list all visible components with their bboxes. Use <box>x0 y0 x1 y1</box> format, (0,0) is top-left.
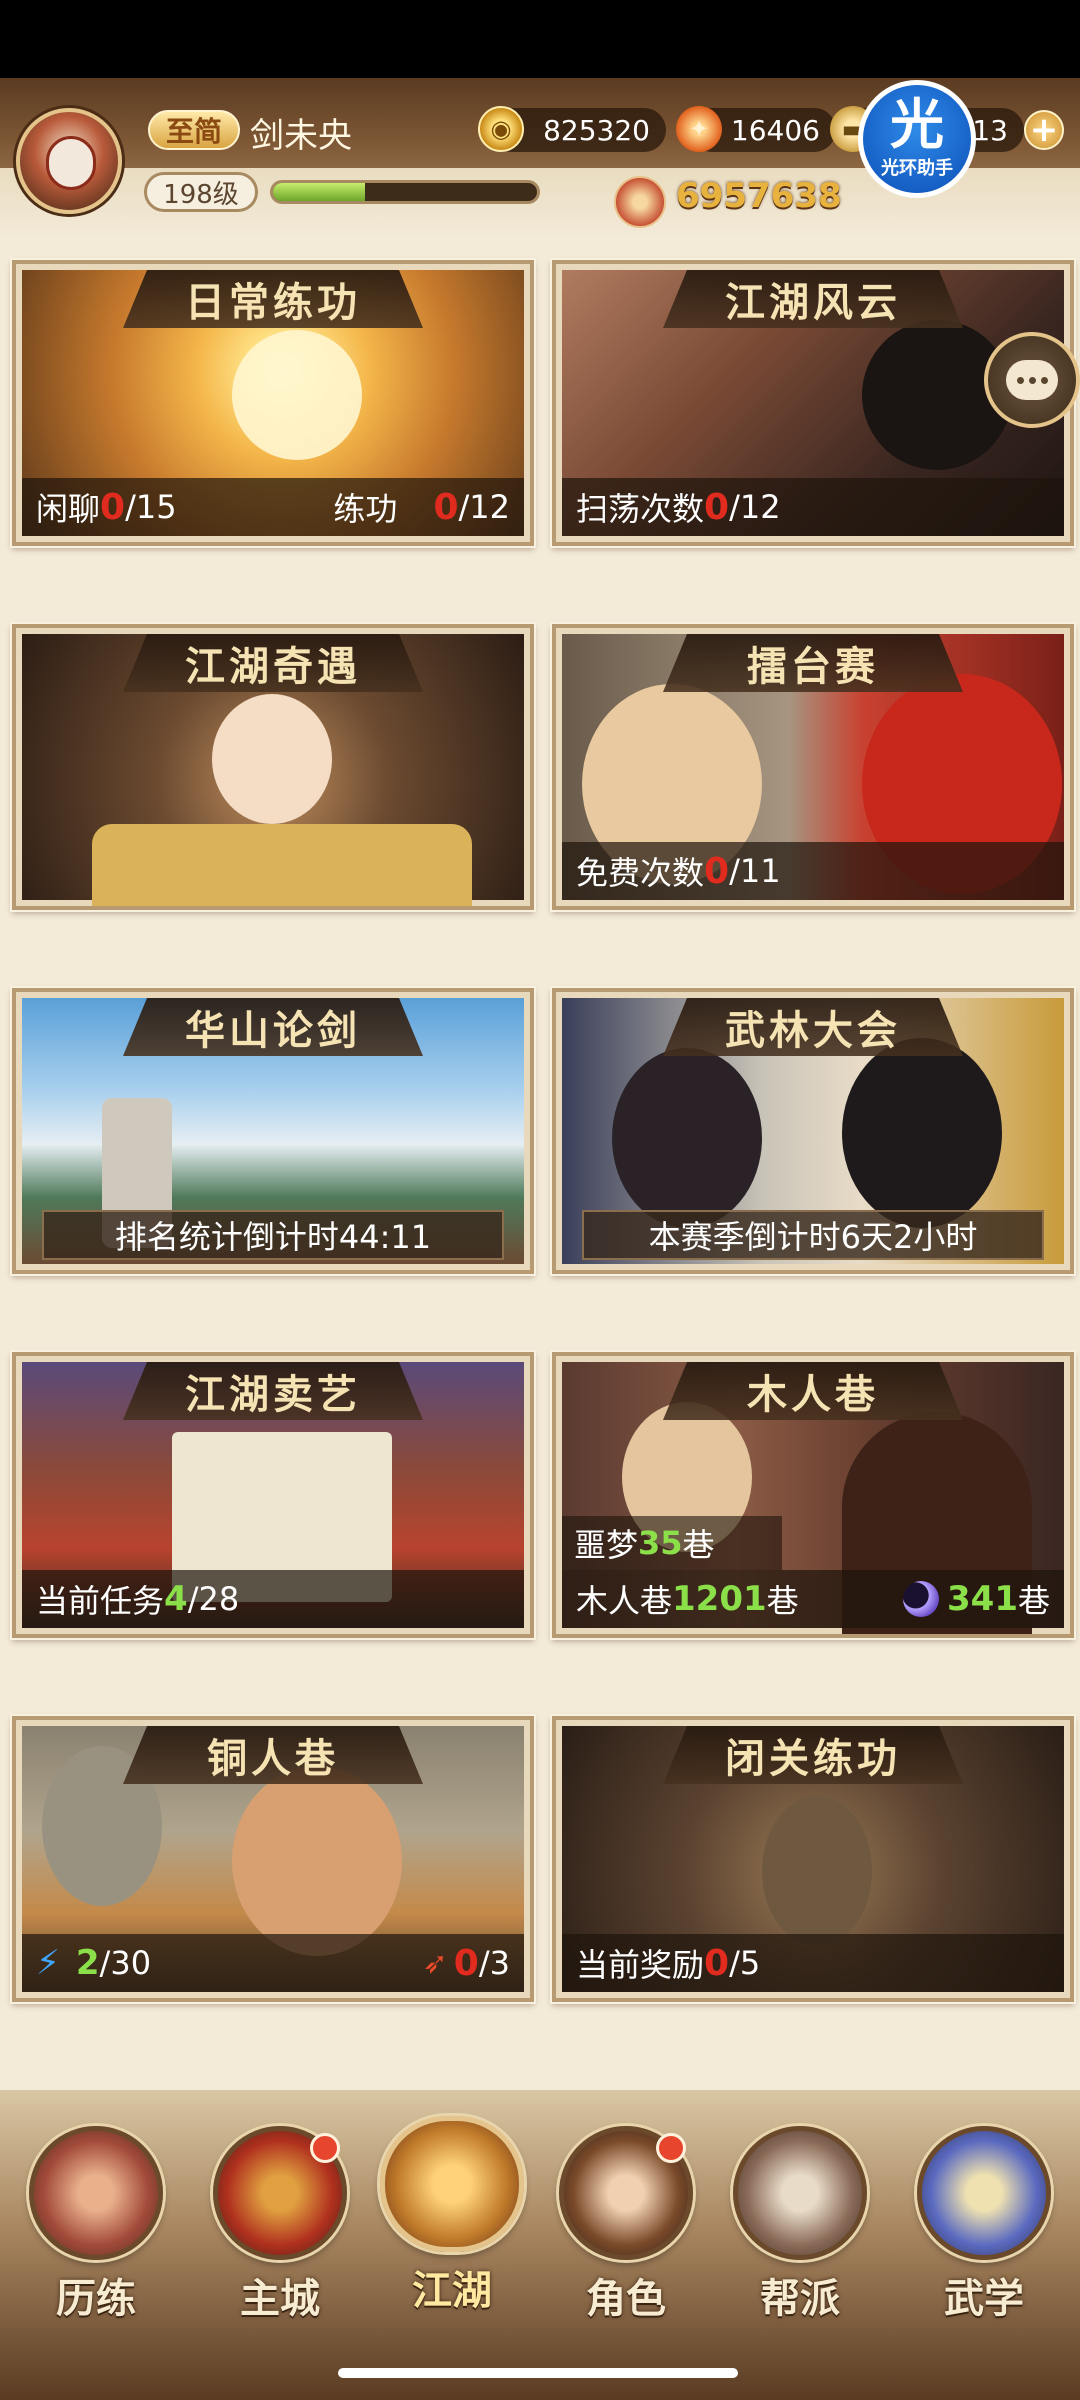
card-title: 木人巷 <box>663 1362 963 1420</box>
nav-jianghu[interactable]: 江湖 <box>372 2116 532 2316</box>
player-level: 198级 <box>144 172 258 212</box>
vip-badge[interactable]: 至简 <box>148 110 240 150</box>
card-title: 武林大会 <box>663 998 963 1056</box>
season-countdown: 本赛季倒计时6天2小时 <box>582 1210 1044 1260</box>
card-muren-xiang[interactable]: 木人巷 噩梦 35 巷 木人巷 1201 巷 341 巷 <box>552 1352 1074 1638</box>
nav-bangpai[interactable]: 帮派 <box>720 2126 880 2326</box>
notification-dot <box>310 2133 340 2163</box>
gourd-sword-icon <box>380 2116 524 2252</box>
firecracker-icon: ➶ <box>422 1945 448 1981</box>
card-title: 铜人巷 <box>123 1726 423 1784</box>
card-title: 江湖奇遇 <box>123 634 423 692</box>
nav-zhucheng[interactable]: 主城 <box>200 2126 360 2326</box>
nav-juese[interactable]: 角色 <box>546 2126 706 2326</box>
card-info: 木人巷 1201 巷 341 巷 <box>562 1570 1064 1628</box>
recharge-plus-button[interactable]: + <box>1024 110 1064 150</box>
card-info: 闲聊 0/15 练功 0/12 <box>22 478 524 536</box>
card-title: 日常练功 <box>123 270 423 328</box>
player-name: 剑未央 <box>250 116 352 156</box>
scrolls-icon <box>917 2126 1051 2260</box>
card-info: 当前任务 4/28 <box>22 1570 524 1628</box>
guild-emblem-icon <box>733 2126 867 2260</box>
notification-dot <box>656 2133 686 2163</box>
card-huashan-lunjian[interactable]: 华山论剑 排名统计倒计时44:11 <box>12 988 534 1274</box>
coin-icon: ◉ <box>478 106 524 152</box>
palace-icon <box>213 2126 347 2260</box>
card-info: ⚡ 2/30 ➶ 0/3 <box>22 1934 524 1992</box>
card-title: 江湖风云 <box>663 270 963 328</box>
combat-power-value: 6957638 <box>676 176 842 216</box>
chat-bubble-icon <box>1006 360 1058 400</box>
nav-lilian[interactable]: 历练 <box>16 2126 176 2326</box>
spirit-gem-icon: ✦ <box>676 106 722 152</box>
card-info: 当前奖励 0/5 <box>562 1934 1064 1992</box>
xp-bar <box>270 180 540 204</box>
card-title: 闭关练功 <box>663 1726 963 1784</box>
ranking-countdown: 排名统计倒计时44:11 <box>42 1210 504 1260</box>
nav-wuxue[interactable]: 武学 <box>904 2126 1064 2326</box>
player-avatar[interactable] <box>16 108 122 214</box>
home-indicator[interactable] <box>338 2368 738 2378</box>
card-tongren-xiang[interactable]: 铜人巷 ⚡ 2/30 ➶ 0/3 <box>12 1716 534 2002</box>
card-biguan-liangong[interactable]: 闭关练功 当前奖励 0/5 <box>552 1716 1074 2002</box>
card-arena[interactable]: 擂台赛 免费次数 0/11 <box>552 624 1074 910</box>
nightmare-progress: 噩梦 35 巷 <box>562 1516 782 1570</box>
card-title: 江湖卖艺 <box>123 1362 423 1420</box>
chat-button[interactable] <box>984 332 1080 428</box>
xp-fill <box>273 183 366 201</box>
scroll-sword-icon <box>29 2126 163 2260</box>
combat-power-icon <box>614 176 666 228</box>
card-title: 擂台赛 <box>663 634 963 692</box>
lightning-energy-icon: ⚡ <box>36 1943 60 1983</box>
card-jianghu-qiyu[interactable]: 江湖奇遇 <box>12 624 534 910</box>
character-icon <box>559 2126 693 2260</box>
card-info: 免费次数 0/11 <box>562 842 1064 900</box>
moon-icon <box>903 1581 939 1617</box>
card-jianghu-maiyi[interactable]: 江湖卖艺 当前任务 4/28 <box>12 1352 534 1638</box>
card-daily-training[interactable]: 日常练功 闲聊 0/15 练功 0/12 <box>12 260 534 546</box>
card-wulin-dahui[interactable]: 武林大会 本赛季倒计时6天2小时 <box>552 988 1074 1274</box>
assistant-floating-button[interactable]: 光 光环助手 <box>858 80 976 198</box>
card-title: 华山论剑 <box>123 998 423 1056</box>
status-bar <box>0 0 1080 78</box>
card-info: 扫荡次数 0/12 <box>562 478 1064 536</box>
